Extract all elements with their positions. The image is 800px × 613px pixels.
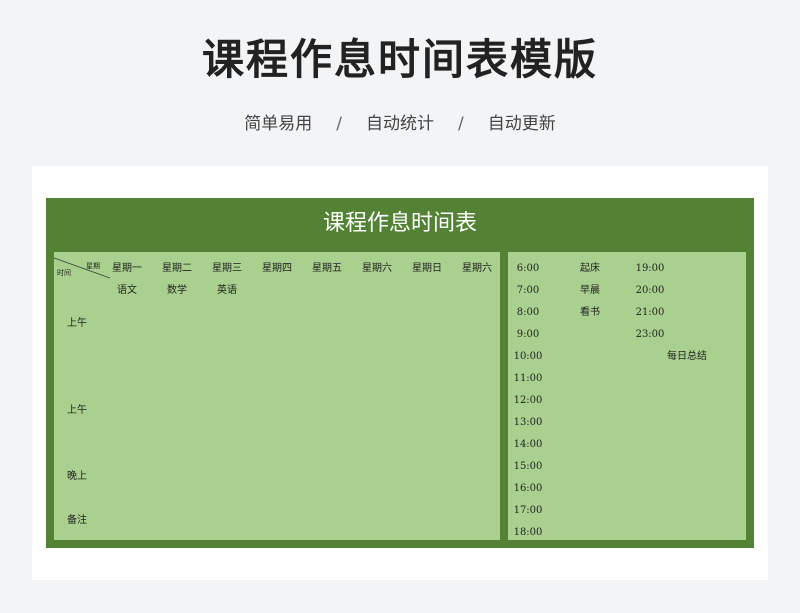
- time-cell: 13:00: [513, 417, 543, 428]
- time-cell: 16:00: [513, 483, 543, 494]
- day-header: 星期三: [212, 263, 242, 274]
- evening-time-cell: 19:00: [635, 263, 665, 274]
- activity-cell: 起床: [580, 263, 600, 274]
- day-header: 星期五: [312, 263, 342, 274]
- daily-summary-cell: 每日总结: [667, 351, 707, 362]
- corner-weekday-label: 星期: [86, 262, 100, 270]
- course-table: 星期 时间 星期一 星期二 星期三 星期四 星期五 星期六 星期日 星期六 语文…: [54, 252, 500, 540]
- row-label: 上午: [67, 405, 87, 416]
- time-cell: 11:00: [513, 373, 543, 384]
- row-label: 上午: [67, 318, 87, 329]
- feature-auto-update: 自动更新: [487, 114, 556, 134]
- separator: /: [458, 114, 464, 134]
- activity-cell: 看书: [580, 307, 600, 318]
- day-header: 星期二: [162, 263, 192, 274]
- row-label: 晚上: [67, 471, 87, 482]
- corner-time-label: 时间: [57, 269, 71, 277]
- daily-routine-table: 6:00 7:00 8:00 9:00 10:00 11:00 12:00 13…: [508, 252, 746, 540]
- feature-auto-stats: 自动统计: [366, 114, 434, 134]
- day-header: 星期日: [412, 263, 442, 274]
- evening-time-cell: 23:00: [635, 329, 665, 340]
- time-cell: 6:00: [516, 263, 540, 274]
- sheet-title: 课程作息时间表: [322, 211, 477, 236]
- time-cell: 7:00: [516, 285, 540, 296]
- evening-time-cell: 20:00: [635, 285, 665, 296]
- day-header: 星期四: [262, 263, 292, 274]
- schedule-sheet: 课程作息时间表 星期 时间 星期一 星期二 星期三 星期四 星期五 星期六 星期…: [46, 198, 754, 548]
- day-header: 星期一: [112, 263, 142, 274]
- time-cell: 18:00: [513, 527, 543, 538]
- feature-tagline: 简单易用 / 自动统计 / 自动更新: [0, 112, 800, 136]
- time-cell: 12:00: [513, 395, 543, 406]
- course-cell: 语文: [117, 285, 137, 296]
- time-cell: 17:00: [513, 505, 543, 516]
- feature-easy: 简单易用: [244, 114, 313, 134]
- preview-card: 课程作息时间表 星期 时间 星期一 星期二 星期三 星期四 星期五 星期六 星期…: [32, 166, 768, 580]
- day-header: 星期六: [462, 263, 492, 274]
- time-cell: 10:00: [513, 351, 543, 362]
- time-cell: 15:00: [513, 461, 543, 472]
- separator: /: [336, 114, 342, 134]
- evening-time-cell: 21:00: [635, 307, 665, 318]
- course-cell: 数学: [167, 285, 187, 296]
- time-cell: 9:00: [516, 329, 540, 340]
- time-cell: 8:00: [516, 307, 540, 318]
- row-label: 备注: [67, 515, 87, 526]
- page-title: 课程作息时间表模版: [201, 35, 598, 84]
- day-header: 星期六: [362, 263, 392, 274]
- activity-cell: 早晨: [580, 285, 600, 296]
- time-cell: 14:00: [513, 439, 543, 450]
- course-cell: 英语: [217, 285, 237, 296]
